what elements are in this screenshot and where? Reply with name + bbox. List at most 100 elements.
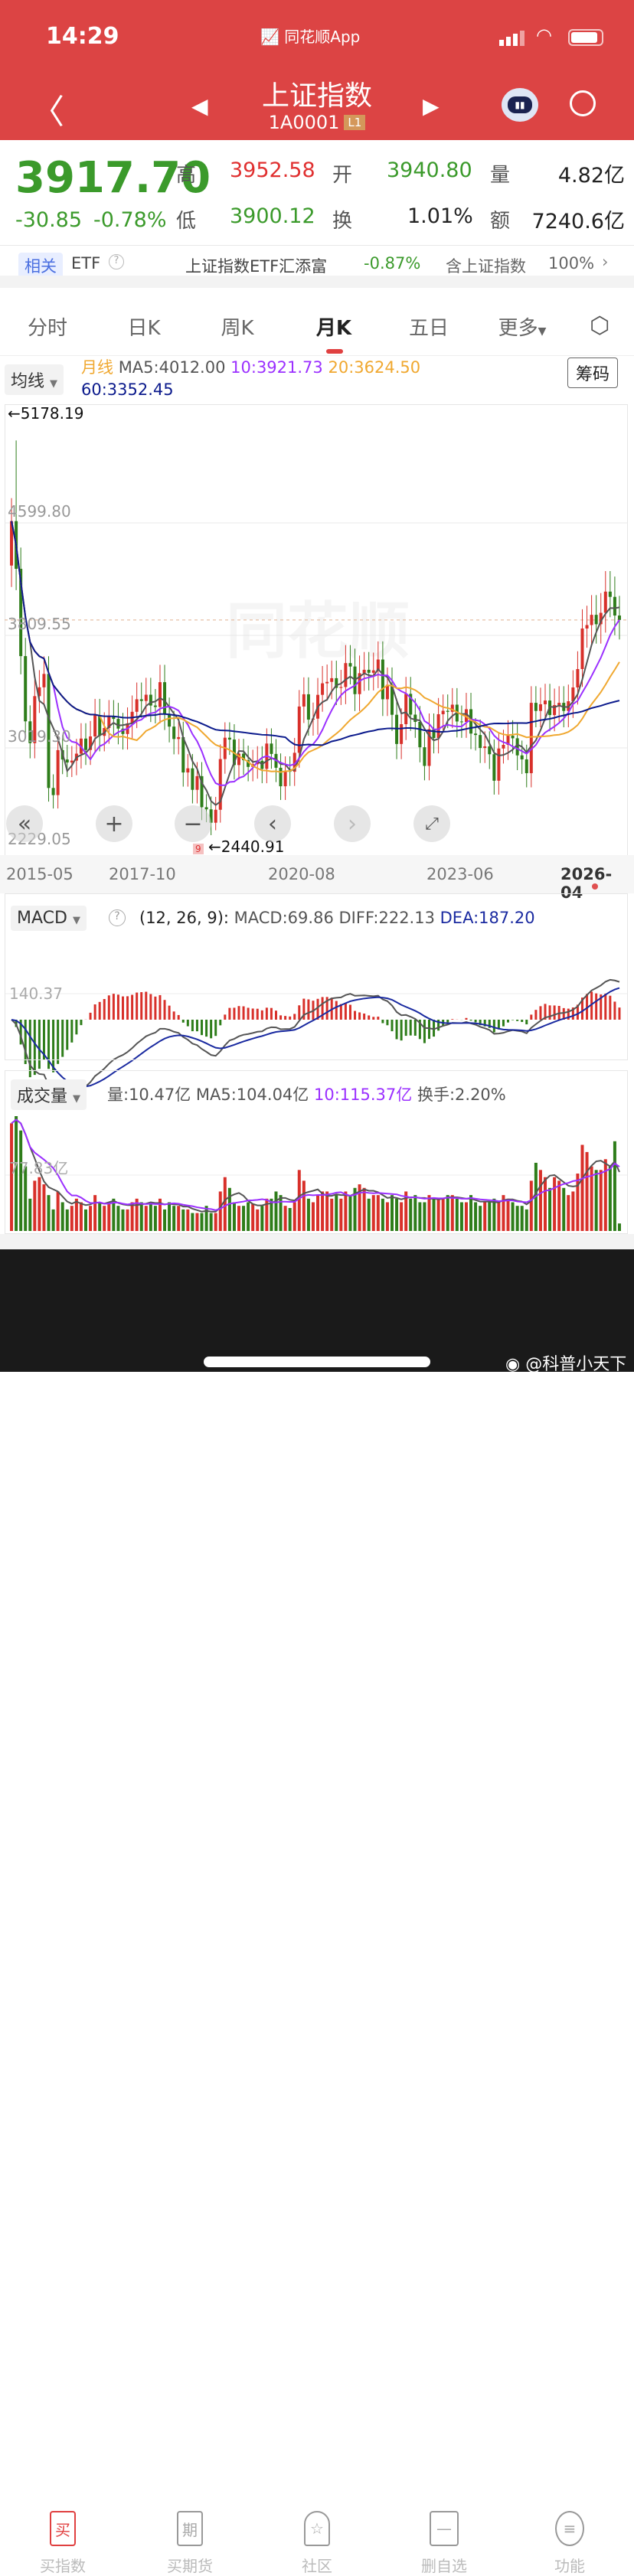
- zoom-in-button[interactable]: +: [96, 805, 132, 842]
- candle-body: [195, 775, 199, 790]
- candle-body: [502, 744, 505, 749]
- candle-body: [497, 748, 501, 781]
- x-label: 2017-10: [109, 865, 176, 883]
- candle-body: [144, 694, 148, 701]
- candle-body: [423, 747, 426, 766]
- zoom-out-button[interactable]: −: [175, 805, 211, 842]
- candle-body: [617, 615, 621, 620]
- candle-body: [283, 770, 287, 787]
- y-tick: 3809.55: [8, 615, 71, 633]
- volume-dropdown[interactable]: 成交量 ▼: [11, 1079, 87, 1110]
- candle-body: [488, 746, 492, 755]
- volume-tick: 77.83亿: [9, 1159, 69, 1177]
- ma5-line: [11, 521, 620, 806]
- section-gap: [0, 1234, 634, 1249]
- candle-body: [525, 759, 528, 773]
- volume-ma10: 10:115.37亿: [313, 1086, 413, 1104]
- candle-body: [186, 768, 190, 773]
- candle-body: [24, 656, 28, 722]
- caret-down-icon: ▼: [73, 1093, 81, 1105]
- nav-buy-index[interactable]: 买买指数: [17, 2511, 109, 2576]
- candle-body: [56, 749, 60, 795]
- candle-body: [344, 663, 348, 687]
- nav-community[interactable]: ☆ 社区: [271, 2511, 363, 2576]
- nav-functions[interactable]: ≡ 功能: [524, 2511, 616, 2576]
- nav-buy-futures[interactable]: 期买期货: [144, 2511, 236, 2576]
- candle-body: [204, 807, 208, 810]
- volume-turnover: 换手:2.20%: [417, 1086, 506, 1104]
- scroll-to-start-button[interactable]: «: [6, 805, 43, 842]
- macd-value: MACD:69.86: [234, 909, 334, 927]
- candle-body: [580, 628, 584, 670]
- candle-body: [158, 682, 162, 707]
- candle-body: [413, 714, 417, 723]
- y-tick: 3019.30: [8, 727, 71, 746]
- candle-body: [400, 723, 404, 744]
- candle-body: [279, 767, 283, 787]
- macd-tick: 140.37: [9, 984, 63, 1003]
- nav-remove-watchlist[interactable]: — 删自选: [398, 2511, 490, 2576]
- nav-label: 买指数: [40, 2557, 86, 2575]
- candle-body: [139, 699, 143, 701]
- candle-body: [446, 710, 449, 712]
- candle-body: [306, 694, 310, 720]
- candle-body: [168, 713, 172, 727]
- candle-body: [436, 713, 440, 739]
- candle-body: [613, 596, 616, 616]
- candle-body: [42, 674, 46, 687]
- candle-body: [321, 683, 325, 695]
- candle-body: [585, 625, 589, 628]
- diff-value: DIFF:222.13: [338, 909, 435, 927]
- minus-icon: —: [430, 2511, 459, 2546]
- candle-body: [418, 722, 422, 748]
- candle-body: [330, 677, 334, 682]
- candle-body: [594, 615, 598, 625]
- candle-body: [511, 736, 515, 739]
- candle-body: [181, 736, 185, 773]
- candle-body: [608, 591, 612, 597]
- candle-body: [459, 721, 463, 723]
- credit-text: @科普小天下: [525, 1355, 627, 1374]
- macd-params: (12, 26, 9):: [139, 909, 229, 927]
- home-indicator: [204, 1357, 430, 1367]
- futures-icon: 期: [177, 2511, 203, 2546]
- buy-icon: 买: [50, 2511, 76, 2546]
- candle-body: [270, 743, 273, 754]
- caret-down-icon: ▼: [72, 915, 80, 926]
- max-price-annotation: ←5178.19: [8, 404, 84, 423]
- candle-body: [191, 768, 194, 790]
- macd-legend: (12, 26, 9): MACD:69.86 DIFF:222.13 DEA:…: [139, 909, 535, 927]
- volume-legend: 量:10.47亿 MA5:104.04亿 10:115.37亿 换手:2.20%: [107, 1082, 506, 1105]
- candle-body: [65, 759, 69, 763]
- x-label: 2015-05: [6, 865, 74, 883]
- candle-body: [371, 670, 375, 673]
- current-dot: [592, 883, 598, 890]
- candle-body: [538, 704, 542, 711]
- candle-body: [483, 746, 487, 749]
- candle-body: [325, 681, 329, 684]
- candle-body: [348, 663, 352, 667]
- weibo-icon: ◉: [505, 1355, 521, 1374]
- candle-body: [367, 669, 371, 673]
- nav-label: 删自选: [421, 2557, 467, 2575]
- candle-body: [441, 710, 445, 714]
- candle-body: [135, 699, 139, 712]
- volume-dropdown-label: 成交量: [17, 1087, 68, 1106]
- macd-dropdown[interactable]: MACD ▼: [11, 906, 87, 931]
- scroll-right-button[interactable]: ›: [334, 805, 371, 842]
- candle-body: [479, 735, 482, 749]
- star-icon: ☆: [304, 2511, 330, 2546]
- nav-label: 买期货: [167, 2557, 213, 2575]
- dea-value: DEA:187.20: [440, 909, 535, 927]
- candle-body: [214, 809, 217, 823]
- fullscreen-button[interactable]: ⤢: [413, 805, 450, 842]
- menu-icon: ≡: [555, 2511, 584, 2546]
- help-icon[interactable]: ?: [109, 909, 126, 926]
- candle-body: [177, 736, 181, 739]
- bottom-nav: 买买指数 期买期货 ☆ 社区 — 删自选 ≡ 功能 ◉ @科普小天下: [0, 1249, 634, 2575]
- volume-value: 量:10.47亿: [107, 1086, 191, 1104]
- x-label: 2020-08: [268, 865, 335, 883]
- x-label: 2023-06: [426, 865, 494, 883]
- scroll-left-button[interactable]: ‹: [254, 805, 291, 842]
- candle-body: [534, 703, 538, 711]
